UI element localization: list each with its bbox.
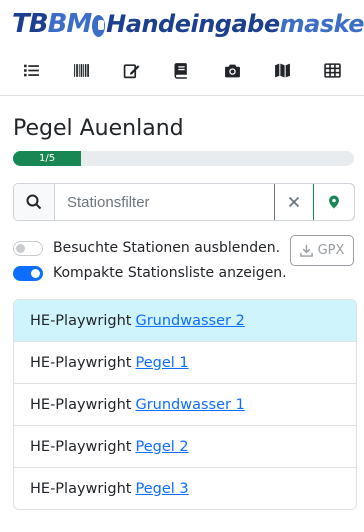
station-link[interactable]: Pegel 2 — [135, 439, 188, 455]
station-link[interactable]: Pegel 1 — [135, 355, 188, 371]
barcode-icon[interactable] — [69, 58, 93, 82]
brand-tb: TB — [12, 9, 49, 39]
station-list-item[interactable]: HE-Playwright Grundwasser 2 — [14, 300, 356, 341]
map-pin-icon — [329, 195, 339, 209]
nav-icon-bar — [0, 48, 364, 92]
station-prefix: HE-Playwright — [30, 354, 132, 371]
hide-visited-label: Besuchte Stationen ausblenden. — [53, 240, 281, 256]
station-link[interactable]: Pegel 3 — [135, 481, 188, 497]
station-list: HE-Playwright Grundwasser 2 HE-Playwright P… — [13, 299, 357, 510]
compact-list-label: Kompakte Stationsliste anzeigen. — [53, 265, 287, 281]
book-icon[interactable] — [170, 58, 194, 82]
station-list-item[interactable]: HE-Playwright Pegel 2 — [14, 425, 356, 467]
brand-maske: maske — [279, 10, 364, 38]
station-prefix: HE-Playwright — [30, 438, 132, 455]
gpx-label: GPX — [317, 243, 345, 258]
list-options: Besuchte Stationen ausblenden. Kompakte … — [13, 235, 354, 287]
edit-icon[interactable] — [120, 58, 144, 82]
progress-bar: 1/5 — [13, 151, 354, 166]
progress-label: 1/5 — [39, 153, 56, 164]
brand-bm: BM — [47, 9, 93, 39]
station-list-item[interactable]: HE-Playwright Grundwasser 1 — [14, 383, 356, 425]
search-icon — [14, 184, 55, 220]
close-icon — [288, 196, 300, 208]
clear-filter-button[interactable] — [274, 184, 313, 220]
station-prefix: HE-Playwright — [30, 480, 132, 497]
map-icon[interactable] — [271, 58, 295, 82]
station-filter-input[interactable] — [55, 184, 274, 220]
compact-list-toggle[interactable] — [13, 265, 43, 281]
page-title: Pegel Auenland — [13, 116, 184, 141]
table-icon[interactable] — [321, 58, 345, 82]
progress-fill: 1/5 — [13, 151, 82, 166]
top-navbar: TB BM Handeingabe maske — [0, 0, 364, 96]
station-prefix: HE-Playwright — [30, 312, 132, 329]
download-icon — [299, 244, 313, 257]
station-prefix: HE-Playwright — [30, 396, 132, 413]
gpx-download-button[interactable]: GPX — [290, 235, 354, 266]
camera-icon[interactable] — [220, 58, 244, 82]
brand-hand: Handeingabe — [106, 10, 280, 38]
station-link[interactable]: Grundwasser 1 — [135, 397, 244, 413]
list-icon[interactable] — [19, 58, 43, 82]
station-list-item[interactable]: HE-Playwright Pegel 1 — [14, 341, 356, 383]
station-filter-group — [13, 183, 355, 221]
brand-mark-icon — [92, 15, 106, 37]
brand-logo[interactable]: TB BM Handeingabe maske — [0, 0, 364, 48]
location-button[interactable] — [313, 184, 354, 220]
hide-visited-toggle[interactable] — [13, 240, 43, 256]
main-content: Pegel Auenland 1/5 Besuchte Stationen au… — [0, 116, 364, 510]
station-link[interactable]: Grundwasser 2 — [135, 313, 244, 329]
station-list-item[interactable]: HE-Playwright Pegel 3 — [14, 467, 356, 509]
